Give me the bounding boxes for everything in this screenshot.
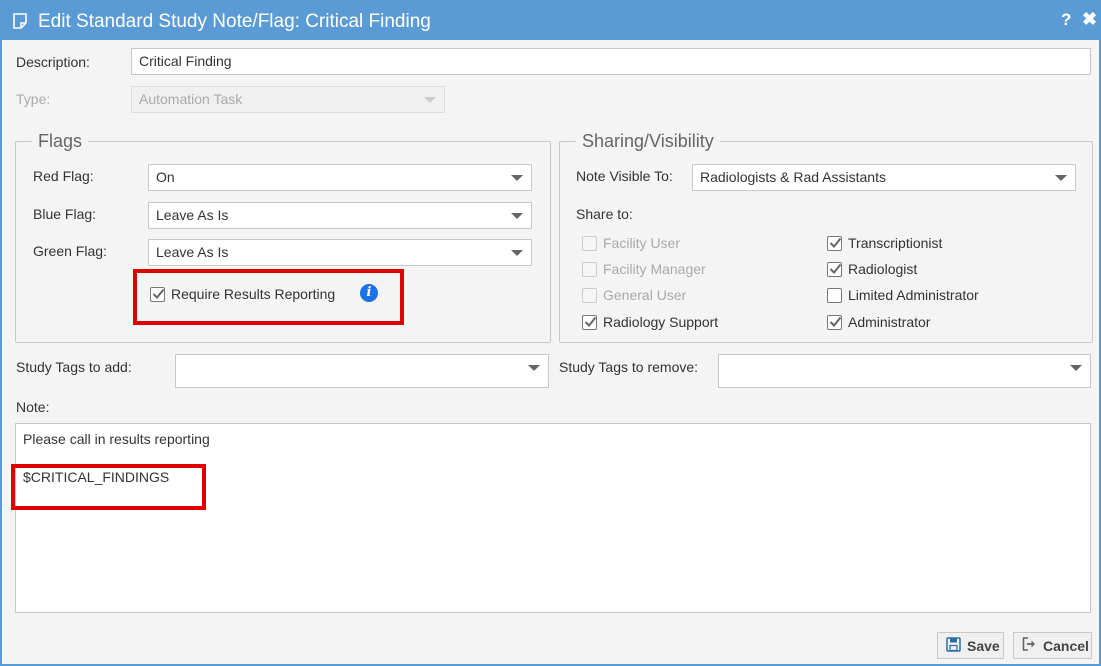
help-icon[interactable]: ?: [1061, 10, 1071, 30]
checkbox-box: [827, 261, 842, 277]
cancel-button[interactable]: Cancel: [1013, 632, 1092, 659]
type-select: Automation Task: [131, 86, 445, 113]
share-facility-user-checkbox: Facility User: [582, 235, 680, 251]
share-option-label: Administrator: [848, 314, 931, 330]
checkbox-box: [827, 314, 842, 330]
share-option-label: Radiologist: [848, 261, 918, 277]
blue-flag-label: Blue Flag:: [33, 206, 97, 222]
study-tags-remove-select[interactable]: [718, 354, 1091, 388]
close-icon[interactable]: ✖: [1082, 9, 1097, 30]
note-textarea[interactable]: Please call in results reporting $CRITIC…: [15, 423, 1091, 613]
blue-flag-value: Leave As Is: [156, 207, 229, 223]
checkbox-box: [582, 287, 597, 303]
save-label: Save: [967, 637, 1000, 654]
blue-flag-select[interactable]: Leave As Is: [148, 202, 532, 229]
share-radiology-support-checkbox[interactable]: Radiology Support: [582, 314, 718, 330]
checkbox-box: [582, 314, 597, 330]
note-visible-to-value: Radiologists & Rad Assistants: [700, 169, 886, 185]
green-flag-select[interactable]: Leave As Is: [148, 239, 532, 266]
chevron-down-icon: [1055, 175, 1067, 181]
share-to-label: Share to:: [576, 206, 633, 222]
type-label: Type:: [16, 91, 51, 107]
save-button[interactable]: Save: [937, 632, 1004, 659]
red-flag-value: On: [156, 169, 175, 185]
chevron-down-icon: [511, 250, 523, 256]
highlight-require-results: [133, 269, 404, 325]
save-icon: [946, 636, 961, 655]
note-label: Note:: [16, 399, 50, 415]
note-visible-to-label: Note Visible To:: [576, 168, 673, 184]
chevron-down-icon: [424, 97, 436, 103]
chevron-down-icon: [511, 175, 523, 181]
sign-out-icon: [1022, 637, 1037, 654]
study-tags-add-label: Study Tags to add:: [16, 359, 132, 375]
cancel-label: Cancel: [1043, 637, 1089, 654]
share-transcriptionist-checkbox[interactable]: Transcriptionist: [827, 235, 942, 251]
share-option-label: General User: [603, 287, 687, 303]
dialog-title: Edit Standard Study Note/Flag: Critical …: [38, 11, 431, 32]
share-limited-administrator-checkbox[interactable]: Limited Administrator: [827, 287, 979, 303]
study-tags-remove-label: Study Tags to remove:: [559, 359, 699, 375]
share-administrator-checkbox[interactable]: Administrator: [827, 314, 930, 330]
share-option-label: Facility Manager: [603, 261, 706, 277]
chevron-down-icon: [1070, 365, 1082, 371]
highlight-critical-findings: [11, 464, 206, 510]
dialog-titlebar[interactable]: Edit Standard Study Note/Flag: Critical …: [2, 2, 1099, 40]
share-option-label: Limited Administrator: [848, 287, 979, 303]
checkbox-box: [827, 235, 842, 251]
note-line: Please call in results reporting: [23, 431, 210, 447]
red-flag-label: Red Flag:: [33, 168, 94, 184]
checkbox-box: [827, 287, 842, 303]
sharing-legend: Sharing/Visibility: [582, 131, 714, 151]
share-option-label: Transcriptionist: [848, 235, 943, 251]
description-input[interactable]: Critical Finding: [131, 48, 1091, 75]
note-visible-to-select[interactable]: Radiologists & Rad Assistants: [692, 164, 1076, 191]
checkbox-box: [582, 261, 597, 277]
share-option-label: Facility User: [603, 235, 681, 251]
share-radiologist-checkbox[interactable]: Radiologist: [827, 261, 917, 277]
green-flag-label: Green Flag:: [33, 243, 107, 259]
share-option-label: Radiology Support: [603, 314, 719, 330]
flags-legend: Flags: [38, 131, 83, 151]
checkbox-box: [582, 235, 597, 251]
edit-note-dialog: Edit Standard Study Note/Flag: Critical …: [0, 0, 1101, 666]
type-value: Automation Task: [139, 91, 243, 107]
chevron-down-icon: [528, 365, 540, 371]
red-flag-select[interactable]: On: [148, 164, 532, 191]
share-facility-manager-checkbox: Facility Manager: [582, 261, 706, 277]
green-flag-value: Leave As Is: [156, 244, 229, 260]
study-tags-add-select[interactable]: [175, 354, 549, 388]
description-label: Description:: [16, 54, 90, 70]
share-general-user-checkbox: General User: [582, 287, 686, 303]
chevron-down-icon: [511, 213, 523, 219]
note-icon: [12, 13, 28, 32]
